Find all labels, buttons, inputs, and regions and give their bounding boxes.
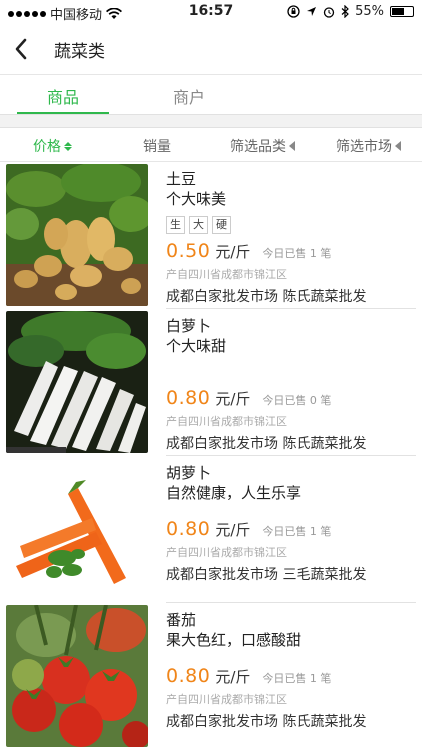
product-info: 白萝卜 个大味甜 0.80 元/斤 今日已售 0 笔 产自四川省成都市锦江区 成… xyxy=(166,317,416,453)
product-desc: 个大味甜 xyxy=(166,337,227,355)
product-tag: 生 xyxy=(166,216,185,234)
page-title: 蔬菜类 xyxy=(54,42,105,62)
section-divider xyxy=(0,114,422,128)
location-icon xyxy=(307,7,317,16)
filter-sales[interactable]: 销量 xyxy=(143,136,171,156)
product-price: 0.80 xyxy=(166,518,211,540)
product-origin: 产自四川省成都市锦江区 xyxy=(166,546,287,559)
bluetooth-icon xyxy=(341,5,349,18)
status-bar: 中国移动 16:57 55% xyxy=(0,0,422,24)
product-item-white-radish[interactable]: 白萝卜 个大味甜 0.80 元/斤 今日已售 0 笔 产自四川省成都市锦江区 成… xyxy=(0,309,422,456)
price-unit: 元/斤 xyxy=(215,668,251,686)
product-market: 成都白家批发市场 陈氏蔬菜批发 xyxy=(166,714,367,730)
battery-percent: 55% xyxy=(355,4,384,19)
product-name: 胡萝卜 xyxy=(166,464,212,482)
back-button[interactable] xyxy=(10,32,44,66)
product-market: 成都白家批发市场 三毛蔬菜批发 xyxy=(166,567,367,583)
product-item-tomato[interactable]: 番茄 果大色红，口感酸甜 0.80 元/斤 今日已售 1 笔 产自四川省成都市锦… xyxy=(0,603,422,750)
sold-count: 今日已售 1 笔 xyxy=(262,247,332,260)
sort-icon xyxy=(64,141,72,151)
product-info: 番茄 果大色红，口感酸甜 0.80 元/斤 今日已售 1 笔 产自四川省成都市锦… xyxy=(166,611,416,731)
product-image-white-radish xyxy=(6,311,148,453)
product-desc: 自然健康，人生乐享 xyxy=(166,484,302,502)
sold-count: 今日已售 0 笔 xyxy=(262,394,332,407)
product-desc: 果大色红，口感酸甜 xyxy=(166,631,302,649)
filter-category-label: 筛选品类 xyxy=(230,139,286,155)
tab-goods[interactable]: 商品 xyxy=(47,84,79,108)
product-price: 0.50 xyxy=(166,240,211,262)
product-item-potato[interactable]: 土豆 个大味美 生 大 硬 0.50 元/斤 今日已售 1 笔 产自四川省成都市… xyxy=(0,162,422,309)
product-name: 番茄 xyxy=(166,611,197,629)
product-origin: 产自四川省成都市锦江区 xyxy=(166,415,287,428)
filter-bar: 价格 销量 筛选品类 筛选市场 xyxy=(0,128,422,162)
product-desc: 个大味美 xyxy=(166,190,227,208)
product-name: 白萝卜 xyxy=(166,317,212,335)
product-image-tomato xyxy=(6,605,148,747)
filter-market[interactable]: 筛选市场 xyxy=(336,136,401,156)
product-item-carrot[interactable]: 胡萝卜 自然健康，人生乐享 0.80 元/斤 今日已售 1 笔 产自四川省成都市… xyxy=(0,456,422,603)
price-row: 0.80 元/斤 今日已售 0 笔 xyxy=(166,387,416,409)
filter-market-label: 筛选市场 xyxy=(336,139,392,155)
product-image-carrot xyxy=(6,458,148,600)
filter-price[interactable]: 价格 xyxy=(33,136,72,156)
product-price: 0.80 xyxy=(166,665,211,687)
back-chevron-icon xyxy=(15,38,27,60)
product-info: 土豆 个大味美 生 大 硬 0.50 元/斤 今日已售 1 笔 产自四川省成都市… xyxy=(166,170,416,306)
filter-category[interactable]: 筛选品类 xyxy=(230,136,295,156)
sold-count: 今日已售 1 笔 xyxy=(262,525,332,538)
sold-count: 今日已售 1 笔 xyxy=(262,672,332,685)
product-info: 胡萝卜 自然健康，人生乐享 0.80 元/斤 今日已售 1 笔 产自四川省成都市… xyxy=(166,464,416,584)
product-market: 成都白家批发市场 陈氏蔬菜批发 xyxy=(166,289,367,305)
battery-icon xyxy=(390,6,414,17)
tab-merchants[interactable]: 商户 xyxy=(173,84,205,108)
price-unit: 元/斤 xyxy=(215,390,251,408)
tab-bar: 商品 商户 xyxy=(0,74,422,115)
triangle-left-icon xyxy=(289,141,295,151)
product-market: 成都白家批发市场 陈氏蔬菜批发 xyxy=(166,436,367,452)
rotation-lock-icon xyxy=(287,5,300,18)
price-row: 0.50 元/斤 今日已售 1 笔 xyxy=(166,240,416,262)
nav-bar: 蔬菜类 xyxy=(0,24,422,74)
price-unit: 元/斤 xyxy=(215,521,251,539)
price-row: 0.80 元/斤 今日已售 1 笔 xyxy=(166,665,416,687)
product-origin: 产自四川省成都市锦江区 xyxy=(166,693,287,706)
filter-sales-label: 销量 xyxy=(143,139,171,155)
price-unit: 元/斤 xyxy=(215,243,251,261)
triangle-left-icon xyxy=(395,141,401,151)
product-tags: 生 大 硬 xyxy=(166,216,416,234)
filter-price-label: 价格 xyxy=(33,139,61,155)
product-tag: 硬 xyxy=(212,216,231,234)
product-name: 土豆 xyxy=(166,170,197,188)
status-right: 55% xyxy=(287,4,414,19)
alarm-icon xyxy=(323,6,335,18)
price-row: 0.80 元/斤 今日已售 1 笔 xyxy=(166,518,416,540)
product-image-potato xyxy=(6,164,148,306)
product-price: 0.80 xyxy=(166,387,211,409)
product-origin: 产自四川省成都市锦江区 xyxy=(166,268,287,281)
product-tag: 大 xyxy=(189,216,208,234)
